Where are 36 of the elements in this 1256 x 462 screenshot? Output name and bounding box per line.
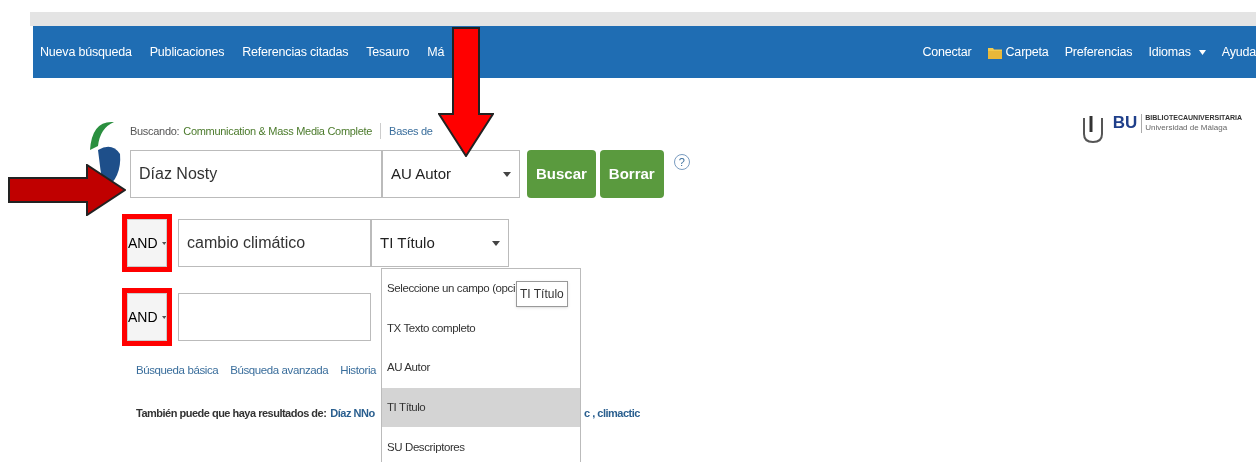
search-button[interactable]: Buscar (527, 150, 596, 198)
tooltip: TI Título (516, 281, 568, 307)
database-name: Communication & Mass Media Complete (183, 122, 382, 140)
nav-link[interactable]: Ayuda (1221, 42, 1256, 62)
search-input[interactable] (178, 293, 371, 341)
nav-link[interactable]: Nueva búsqueda (40, 42, 132, 62)
nav-link[interactable]: Tesauro (366, 42, 410, 62)
search-mode-link[interactable]: Búsqueda básica (136, 362, 219, 380)
searching-label: Buscando: (130, 123, 180, 139)
search-mode-link[interactable]: Búsqueda avanzada (230, 362, 329, 380)
search-mode-link[interactable]: Historia (340, 362, 377, 380)
nav-link[interactable]: Publicaciones (149, 42, 225, 62)
field-select[interactable]: AU Autor (382, 150, 520, 198)
caret-icon (492, 240, 500, 246)
caret-icon (161, 314, 166, 320)
search-input[interactable]: cambio climático (178, 219, 371, 267)
folder-icon (987, 45, 1002, 59)
caret-icon (503, 171, 511, 177)
dropdown-option[interactable]: TI Título (382, 387, 580, 428)
databases-link[interactable]: Bases de (381, 122, 433, 140)
nav-link[interactable]: Referencias citadas (242, 42, 349, 62)
caret-icon (1198, 49, 1206, 55)
suggestion-label: También puede que haya resultados de: (136, 406, 327, 422)
nav-link[interactable]: Idiomas (1148, 42, 1206, 62)
suggestion-link[interactable]: c , climactic (584, 405, 640, 422)
clear-button[interactable]: Borrar (599, 150, 664, 198)
nav-link[interactable]: Preferencias (1064, 42, 1133, 62)
caret-icon (161, 240, 166, 246)
field-select[interactable]: TI Título (371, 219, 509, 267)
suggestion-link[interactable]: Díaz NNo (330, 405, 375, 422)
search-input[interactable]: Díaz Nosty (130, 150, 382, 198)
nav-link[interactable]: Carpeta (987, 42, 1049, 62)
operator-select[interactable]: AND (127, 293, 167, 341)
nav-link[interactable]: Conectar (922, 42, 972, 62)
nav-link[interactable]: Má (427, 42, 445, 62)
operator-select[interactable]: AND (127, 219, 167, 267)
